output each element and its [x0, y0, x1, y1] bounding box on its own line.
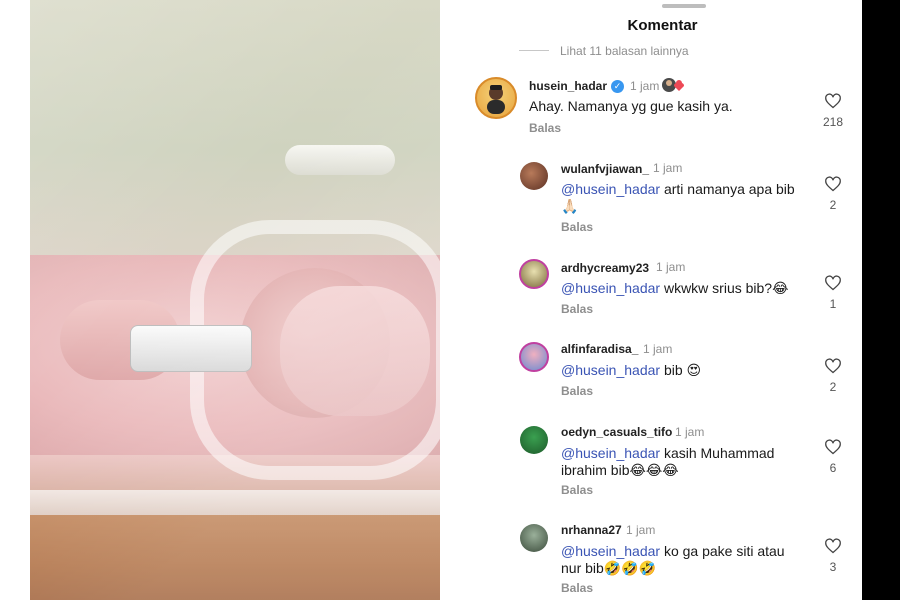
like-count: 2: [829, 198, 837, 212]
reply-comment: ardhycreamy23 1 jam @husein_hadar wkwkw …: [463, 250, 862, 330]
like-count: 218: [822, 115, 844, 129]
verified-badge-icon: ✓: [611, 80, 624, 93]
mention-link[interactable]: @husein_hadar: [561, 280, 660, 296]
reply-button[interactable]: Balas: [561, 483, 593, 497]
reply-button[interactable]: Balas: [561, 384, 593, 398]
like-control[interactable]: 3: [822, 538, 844, 574]
comment-body: arti namanya apa bib: [660, 181, 795, 197]
like-control[interactable]: 6: [822, 439, 844, 475]
photo-glass-reflection: [30, 0, 440, 600]
comment-username[interactable]: oedyn_casuals_tifo: [561, 425, 672, 439]
reply-comment: nrhanna27 1 jam @husein_hadar ko ga pake…: [463, 516, 862, 600]
avatar[interactable]: [520, 426, 548, 454]
avatar[interactable]: [520, 162, 548, 190]
right-edge-bar: [862, 0, 900, 600]
reply-comment: alfinfaradisa_ 1 jam @husein_hadar bib 😍…: [463, 333, 862, 413]
comments-sheet: Komentar Lihat 11 balasan lainnya husein…: [463, 0, 862, 600]
liked-by-author-icon: [661, 77, 685, 93]
avatar[interactable]: [520, 524, 548, 552]
like-control[interactable]: 218: [822, 93, 844, 129]
heart-icon[interactable]: [824, 439, 842, 455]
reply-comment: oedyn_casuals_tifo 1 jam @husein_hadar k…: [463, 417, 862, 507]
comment-username[interactable]: ardhycreamy23: [561, 261, 649, 275]
reply-button[interactable]: Balas: [561, 220, 593, 234]
like-control[interactable]: 1: [822, 275, 844, 311]
heart-icon[interactable]: [824, 93, 842, 109]
comment-text: @husein_hadar wkwkw srius bib?😂: [561, 280, 811, 297]
comment-text: @husein_hadar bib 😍: [561, 362, 811, 379]
heart-icon[interactable]: [824, 275, 842, 291]
comment-username[interactable]: alfinfaradisa_: [561, 342, 638, 356]
reply-button[interactable]: Balas: [529, 121, 561, 135]
post-photo[interactable]: [30, 0, 440, 600]
avatar[interactable]: [519, 342, 549, 372]
heart-icon[interactable]: [824, 176, 842, 192]
like-count: 3: [829, 560, 837, 574]
comment-time: 1 jam: [656, 260, 686, 274]
comment-text: Ahay. Namanya yg gue kasih ya.: [529, 98, 733, 114]
comment-body-line-2: ibrahim bib😂😂😂: [561, 462, 679, 478]
comment-body: bib 😍: [660, 362, 702, 378]
mention-link[interactable]: @husein_hadar: [561, 543, 660, 559]
like-count: 6: [829, 461, 837, 475]
avatar[interactable]: [475, 77, 517, 119]
comment-text: @husein_hadar kasih Muhammad ibrahim bib…: [561, 445, 811, 479]
mention-link[interactable]: @husein_hadar: [561, 362, 660, 378]
comment-body: kasih Muhammad: [660, 445, 775, 461]
mention-link[interactable]: @husein_hadar: [561, 181, 660, 197]
heart-icon[interactable]: [824, 538, 842, 554]
main-comment: husein_hadar ✓ 1 jam Ahay. Namanya yg gu…: [463, 0, 862, 140]
comment-body-line-2: 🙏🏻: [561, 198, 579, 214]
avatar[interactable]: [519, 259, 549, 289]
comment-body: ko ga pake siti atau: [660, 543, 785, 559]
like-count: 2: [829, 380, 837, 394]
comment-username[interactable]: husein_hadar: [529, 79, 607, 93]
like-control[interactable]: 2: [822, 176, 844, 212]
reply-comment: wulanfvjiawan_ 1 jam @husein_hadar arti …: [463, 150, 862, 240]
screen-frame: Komentar Lihat 11 balasan lainnya husein…: [0, 0, 900, 600]
comment-text: @husein_hadar ko ga pake siti atau nur b…: [561, 543, 811, 577]
comment-time: 1 jam: [630, 79, 660, 93]
comment-body: wkwkw srius bib?😂: [660, 280, 789, 296]
heart-icon[interactable]: [824, 358, 842, 374]
comment-time: 1 jam: [675, 425, 705, 439]
comment-username[interactable]: wulanfvjiawan_: [561, 162, 649, 176]
like-count: 1: [829, 297, 837, 311]
reply-button[interactable]: Balas: [561, 581, 593, 595]
comment-body-line-2: nur bib🤣🤣🤣: [561, 560, 657, 576]
like-control[interactable]: 2: [822, 358, 844, 394]
comment-time: 1 jam: [653, 161, 683, 175]
mention-link[interactable]: @husein_hadar: [561, 445, 660, 461]
comment-text: @husein_hadar arti namanya apa bib 🙏🏻: [561, 181, 811, 215]
reply-button[interactable]: Balas: [561, 302, 593, 316]
comment-time: 1 jam: [626, 523, 656, 537]
comment-time: 1 jam: [643, 342, 673, 356]
comment-username[interactable]: nrhanna27: [561, 523, 622, 537]
